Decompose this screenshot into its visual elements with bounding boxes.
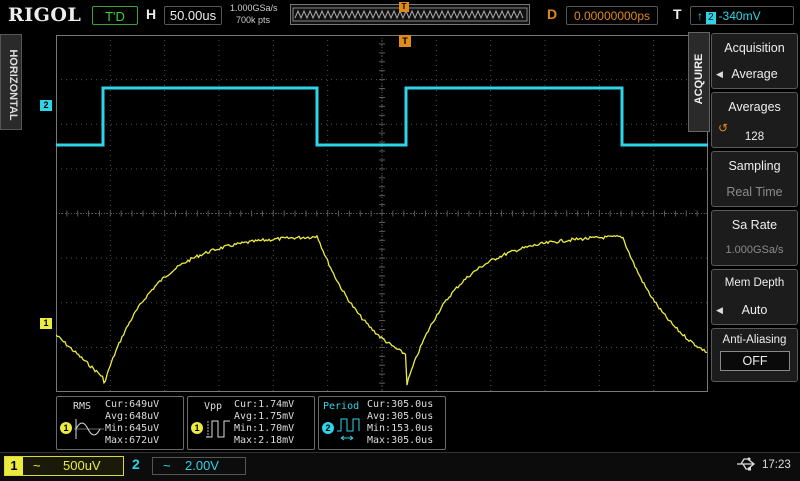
brand-logo: RIGOL: [8, 4, 82, 26]
sampling-button[interactable]: Sampling Real Time: [711, 151, 798, 207]
menu-title: Sa Rate: [731, 218, 778, 232]
ch2-offset-marker[interactable]: 2: [40, 100, 52, 111]
measurement-avg: Avg:1.75mV: [234, 411, 295, 422]
ch1-number: 1: [5, 457, 23, 475]
period-pulse-icon: [337, 418, 360, 441]
measurement-cur: Cur:1.74mV: [234, 399, 295, 410]
trigger-source-badge: 2: [706, 12, 716, 24]
sample-rate-readout: 1.000GSa/s: [230, 3, 278, 13]
measurement-min: Min:1.70mV: [234, 423, 295, 434]
acquire-tab-label: ACQUIRE: [693, 53, 705, 105]
measurement-vpp[interactable]: Vpp 1 Cur:1.74mV Avg:1.75mV Min:1.70mV M…: [187, 396, 315, 450]
menu-value: 128: [744, 131, 765, 143]
timebase-value[interactable]: 50.00us: [164, 6, 222, 25]
memory-points-readout: 700k pts: [236, 15, 271, 25]
measurement-max: Max:2.18mV: [234, 435, 295, 446]
trigger-settings[interactable]: ↑ 2 -340mV: [690, 6, 794, 25]
anti-aliasing-value: OFF: [720, 351, 790, 371]
menu-value: 1.000GSa/s: [725, 244, 784, 256]
measurement-min: Min:153.0us: [367, 423, 434, 434]
measurement-cur: Cur:305.0us: [367, 399, 434, 410]
measurement-rms[interactable]: RMS 1 Cur:649uV Avg:648uV Min:645uV Max:…: [56, 396, 184, 450]
vpp-pulse-icon: [206, 420, 230, 438]
run-status-indicator[interactable]: T'D: [92, 6, 138, 25]
channel-badge: 1: [191, 422, 203, 434]
timebase-label: H: [146, 6, 157, 22]
horizontal-menu-tab[interactable]: HORIZONTAL: [0, 34, 22, 130]
ch2-scale: 2.00V: [185, 458, 219, 473]
delay-value[interactable]: 0.00000000ps: [566, 6, 658, 25]
ch1-offset-marker[interactable]: 1: [40, 318, 52, 329]
measurement-avg: Avg:648uV: [105, 411, 160, 422]
ch1-scale: 500uV: [63, 458, 101, 473]
rising-edge-icon: ↑: [697, 9, 703, 23]
acquire-menu-tab[interactable]: ACQUIRE: [688, 32, 710, 132]
memory-position-bar: T: [290, 2, 530, 25]
sample-rate-button[interactable]: Sa Rate 1.000GSa/s: [711, 210, 798, 266]
trigger-time-marker[interactable]: T: [399, 35, 411, 47]
menu-value: Real Time: [726, 185, 783, 199]
acquisition-mode-button[interactable]: Acquisition ◀ Average: [711, 33, 798, 89]
menu-title: Mem Depth: [724, 277, 785, 289]
menu-title: Acquisition: [724, 41, 785, 55]
menu-title: Sampling: [728, 159, 781, 173]
menu-value: Auto: [741, 303, 768, 317]
memory-depth-button[interactable]: Mem Depth ◀ Auto: [711, 269, 798, 325]
measurement-name: RMS: [73, 401, 92, 412]
menu-title: Averages: [728, 100, 781, 114]
measurement-avg: Avg:305.0us: [367, 411, 434, 422]
anti-aliasing-button[interactable]: Anti-Aliasing OFF: [711, 328, 798, 382]
trigger-position-marker: T: [399, 2, 409, 12]
waveform-display[interactable]: T: [56, 35, 708, 392]
measurement-max: Max:672uV: [105, 435, 160, 446]
usb-icon: [736, 457, 756, 474]
measurement-name: Vpp: [204, 401, 223, 412]
ch2-settings[interactable]: ~ 2.00V: [152, 457, 246, 475]
measurement-period[interactable]: Period 2 Cur:305.0us Avg:305.0us Min:153…: [318, 396, 446, 450]
delay-label: D: [547, 6, 558, 22]
ch1-settings[interactable]: 1 ~ 500uV: [4, 456, 124, 476]
channel-badge: 1: [60, 422, 72, 434]
measurement-min: Min:645uV: [105, 423, 160, 434]
menu-value: Average: [731, 67, 778, 81]
trigger-label: T: [673, 6, 682, 22]
clock: 17:23: [762, 459, 791, 471]
rms-sine-icon: [74, 419, 104, 439]
ch2-coupling-icon: ~: [163, 458, 171, 473]
menu-title: Anti-Aliasing: [722, 334, 787, 346]
channel-badge: 2: [322, 422, 334, 434]
measurement-name: Period: [323, 401, 360, 412]
measurement-cur: Cur:649uV: [105, 399, 160, 410]
averages-button[interactable]: Averages ↺ 128: [711, 92, 798, 148]
measurement-max: Max:305.0us: [367, 435, 434, 446]
ch2-number[interactable]: 2: [132, 456, 140, 472]
horizontal-tab-label: HORIZONTAL: [7, 49, 19, 121]
trigger-level-value: -340mV: [718, 9, 761, 23]
ch1-coupling-icon: ~: [33, 458, 41, 473]
